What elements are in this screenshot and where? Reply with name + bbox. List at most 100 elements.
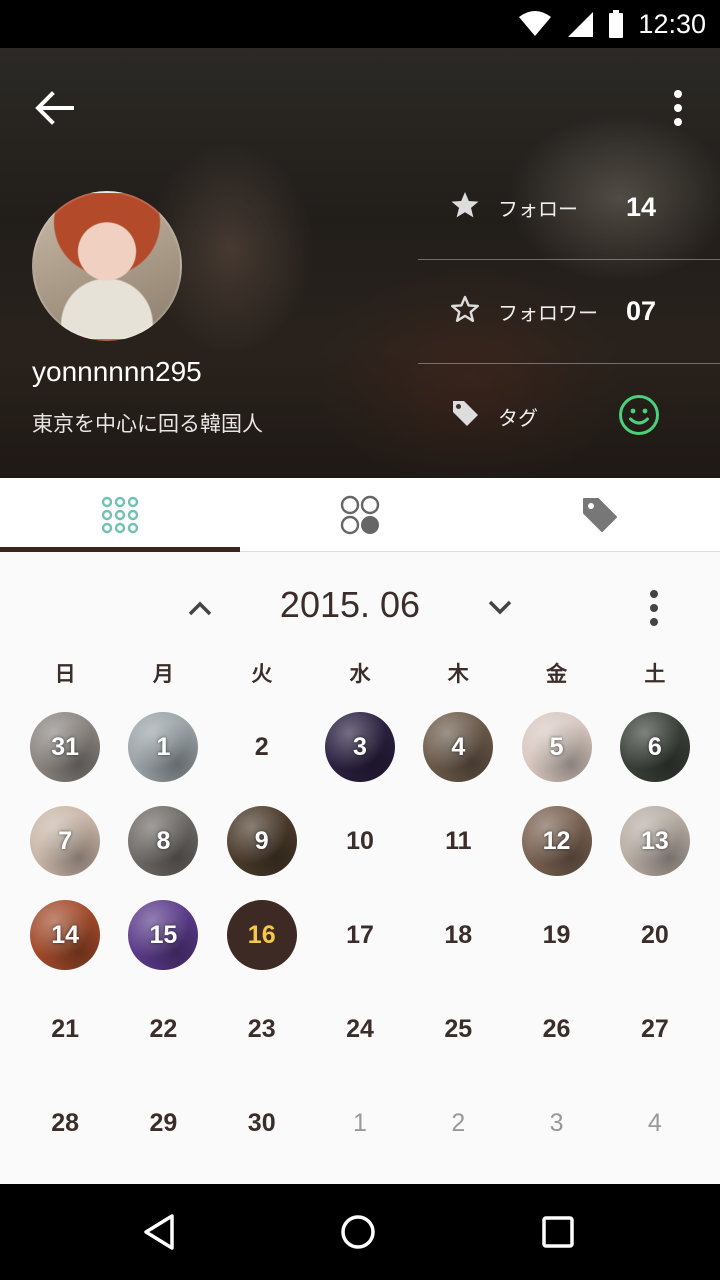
star-outline-icon: [451, 295, 479, 322]
tab-calendar[interactable]: [0, 478, 240, 552]
calendar-day[interactable]: 2: [213, 700, 311, 794]
stat-value: 14: [626, 192, 657, 222]
calendar-day[interactable]: 22: [114, 982, 212, 1076]
signal-icon: [568, 12, 594, 37]
day-number: 1: [353, 1108, 367, 1137]
tag-icon: [453, 401, 478, 426]
calendar-day: 2: [409, 1076, 507, 1170]
calendar: 2015. 06 日 月 火 水 木 金 土 31 1 2 3 4 5 6 7 8 9 10 11 12…: [0, 552, 720, 1184]
calendar-day[interactable]: 4: [409, 700, 507, 794]
day-number: 30: [247, 1108, 276, 1137]
calendar-day[interactable]: 17: [311, 888, 409, 982]
calendar-day[interactable]: 29: [114, 1076, 212, 1170]
calendar-day: 4: [606, 1076, 704, 1170]
weekday-label: 土: [644, 662, 666, 686]
calendar-day[interactable]: 15: [114, 888, 212, 982]
day-number: 12: [542, 826, 571, 855]
calendar-day-today[interactable]: 16: [213, 888, 311, 982]
system-nav-bar: [0, 1184, 720, 1280]
calendar-day[interactable]: 7: [16, 794, 114, 888]
day-number: 31: [51, 732, 80, 761]
weekday-label: 火: [251, 662, 273, 686]
calendar-day[interactable]: 20: [606, 888, 704, 982]
day-number: 1: [156, 732, 171, 761]
recents-square-icon[interactable]: [534, 1208, 582, 1256]
stat-following[interactable]: フォロー 14: [418, 156, 720, 260]
day-number: 29: [149, 1108, 178, 1137]
stat-label: タグ: [498, 405, 538, 430]
day-number: 11: [445, 826, 472, 855]
weekday-label: 日: [54, 662, 76, 686]
chevron-up-icon[interactable]: [182, 590, 218, 626]
day-number: 2: [254, 732, 269, 761]
calendar-day[interactable]: 26: [507, 982, 605, 1076]
day-number: 24: [346, 1014, 374, 1043]
day-number: 16: [247, 920, 276, 949]
day-number: 14: [51, 920, 80, 949]
back-triangle-icon[interactable]: [136, 1208, 184, 1256]
day-number: 18: [444, 920, 473, 949]
tab-grid[interactable]: [240, 478, 480, 551]
day-number: 19: [542, 920, 571, 949]
calendar-day[interactable]: 24: [311, 982, 409, 1076]
day-number: 7: [58, 826, 73, 855]
star-filled-icon: [451, 192, 479, 218]
day-number: 4: [451, 732, 466, 761]
calendar-day[interactable]: 13: [606, 794, 704, 888]
month-header: 2015. 06: [0, 576, 720, 640]
calendar-day[interactable]: 3: [311, 700, 409, 794]
day-number: 20: [640, 920, 669, 949]
calendar-day[interactable]: 12: [507, 794, 605, 888]
profile-header: yonnnnnn295 東京を中心に回る韓国人 フォロー 14 フォロワー 07…: [0, 48, 720, 478]
stat-label: フォロワー: [498, 301, 598, 325]
calendar-day[interactable]: 21: [16, 982, 114, 1076]
calendar-day[interactable]: 11: [409, 794, 507, 888]
view-tabs: [0, 478, 720, 552]
smile-icon[interactable]: [618, 394, 660, 436]
calendar-day[interactable]: 23: [213, 982, 311, 1076]
month-title: 2015. 06: [279, 584, 421, 625]
day-number: 10: [346, 826, 374, 855]
day-number: 5: [549, 732, 564, 761]
calendar-day[interactable]: 28: [16, 1076, 114, 1170]
chevron-down-icon[interactable]: [482, 590, 518, 626]
calendar-day[interactable]: 5: [507, 700, 605, 794]
day-number: 8: [156, 826, 171, 855]
calendar-day[interactable]: 14: [16, 888, 114, 982]
more-vert-icon[interactable]: [642, 584, 666, 632]
profile-bio: 東京を中心に回る韓国人: [32, 412, 263, 436]
calendar-day[interactable]: 31: [16, 700, 114, 794]
stat-tags[interactable]: タグ: [418, 364, 720, 468]
circles-grid-icon: [340, 495, 380, 534]
day-number: 28: [51, 1108, 80, 1137]
tag-icon: [583, 497, 617, 532]
calendar-day[interactable]: 1: [114, 700, 212, 794]
calendar-day[interactable]: 9: [213, 794, 311, 888]
stat-value: 07: [626, 296, 657, 326]
calendar-day[interactable]: 6: [606, 700, 704, 794]
day-number: 27: [640, 1014, 669, 1043]
stat-followers[interactable]: フォロワー 07: [418, 260, 720, 364]
calendar-day[interactable]: 10: [311, 794, 409, 888]
home-circle-icon[interactable]: [334, 1208, 382, 1256]
dots-grid-icon: [101, 496, 139, 533]
day-number: 25: [444, 1014, 473, 1043]
weekday-label: 金: [546, 662, 568, 686]
day-number: 17: [346, 920, 374, 949]
calendar-day[interactable]: 30: [213, 1076, 311, 1170]
day-number: 4: [647, 1108, 662, 1137]
calendar-day[interactable]: 27: [606, 982, 704, 1076]
weekday-header: 日 月 火 水 木 金 土: [16, 658, 704, 688]
calendar-day[interactable]: 19: [507, 888, 605, 982]
calendar-day[interactable]: 18: [409, 888, 507, 982]
status-time: 12:30: [638, 8, 706, 39]
day-number: 6: [647, 732, 662, 761]
back-arrow-icon[interactable]: [28, 82, 80, 134]
calendar-day[interactable]: 25: [409, 982, 507, 1076]
more-vert-icon[interactable]: [666, 86, 690, 130]
status-bar: 12:30: [0, 0, 720, 48]
avatar[interactable]: [32, 191, 182, 341]
calendar-day[interactable]: 8: [114, 794, 212, 888]
day-number: 23: [247, 1014, 276, 1043]
tab-tags[interactable]: [480, 478, 720, 551]
